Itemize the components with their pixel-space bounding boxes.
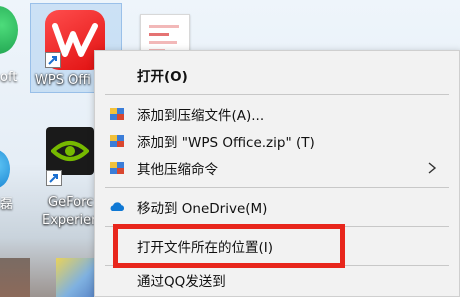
menu-item-label: 添加到 "WPS Office.zip" (T) (137, 135, 315, 151)
geforce-icon-label-line2: Experien (42, 213, 100, 228)
menu-item-send-via-qq[interactable]: 通过QQ发送到 (95, 265, 459, 295)
shortcut-arrow-icon (45, 52, 61, 68)
menu-item-label: 通过QQ发送到 (137, 274, 226, 290)
archive-icon (110, 162, 124, 174)
highlight-annotation-box (113, 224, 345, 268)
menu-separator (105, 94, 449, 95)
archive-icon (110, 135, 124, 147)
archive-icon (110, 108, 124, 120)
app-icon-partial-blue[interactable] (0, 150, 10, 188)
chevron-right-icon (428, 162, 437, 174)
menu-item-label: 其他压缩命令 (137, 162, 218, 178)
desktop-image-partial[interactable] (56, 258, 96, 297)
geforce-experience-icon[interactable] (46, 127, 94, 175)
menu-item-open[interactable]: 打开(O) (95, 60, 459, 90)
onedrive-cloud-icon (110, 202, 125, 211)
menu-item-label: 添加到压缩文件(A)... (137, 108, 265, 124)
app-icon-partial[interactable] (0, 6, 18, 54)
geforce-icon-label-line1: GeForc (48, 195, 94, 210)
wps-icon-label: WPS Offi (35, 73, 91, 88)
desktop-icon-label: oft (0, 70, 18, 85)
menu-item-label: 移动到 OneDrive(M) (137, 201, 268, 217)
desktop-icon-label: 磊 (0, 197, 14, 212)
context-menu: 打开(O) 添加到压缩文件(A)... 添加到 "WPS Office.zip"… (94, 50, 460, 297)
desktop-image-partial[interactable] (0, 258, 30, 297)
menu-item-add-to-archive[interactable]: 添加到压缩文件(A)... (95, 99, 459, 129)
menu-item-add-to-zip[interactable]: 添加到 "WPS Office.zip" (T) (95, 126, 459, 156)
menu-item-move-onedrive[interactable]: 移动到 OneDrive(M) (95, 192, 459, 222)
menu-separator (105, 187, 449, 188)
shortcut-arrow-icon (46, 170, 62, 186)
menu-item-label: 打开(O) (137, 69, 188, 85)
menu-item-other-compress[interactable]: 其他压缩命令 (95, 153, 459, 183)
